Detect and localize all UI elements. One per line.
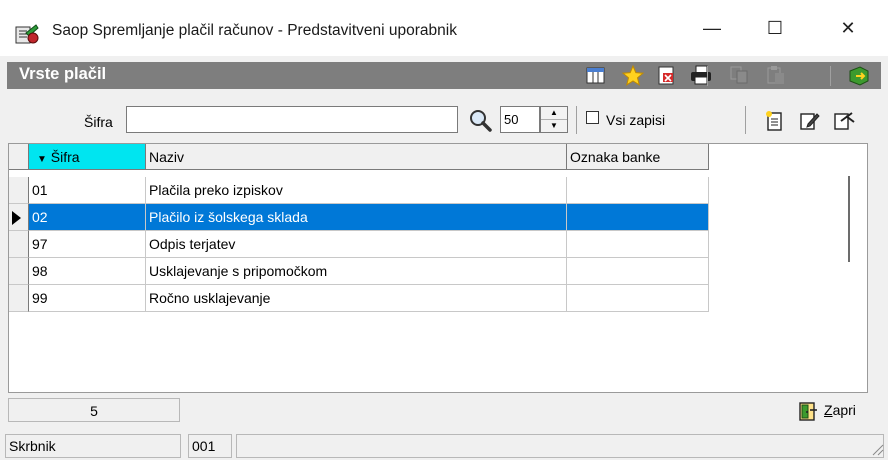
exit-button[interactable]: [847, 64, 871, 86]
maximize-button[interactable]: ☐: [753, 8, 797, 48]
stepper-up-icon[interactable]: ▲: [541, 107, 567, 120]
row-indicator[interactable]: [9, 231, 29, 258]
new-record-icon: [766, 111, 782, 131]
sifra-label: Šifra: [84, 114, 113, 130]
cell-naziv: Plačilo iz šolskega sklada: [146, 204, 567, 231]
column-header-oznaka-banke[interactable]: Oznaka banke: [567, 144, 709, 170]
stepper-down-icon[interactable]: ▼: [541, 120, 567, 132]
search-separator: [745, 106, 746, 134]
favorite-button[interactable]: [621, 64, 645, 86]
close-button[interactable]: ✕: [826, 8, 870, 48]
export-icon: [658, 66, 674, 85]
cell-sifra: 01: [29, 177, 146, 204]
row-indicator[interactable]: [9, 204, 29, 231]
copy-button[interactable]: [728, 64, 752, 86]
cell-oznaka-banke: [567, 231, 709, 258]
column-header-naziv[interactable]: Naziv: [146, 144, 567, 170]
record-count: 5: [8, 398, 180, 422]
all-records-label: Vsi zapisi: [606, 112, 666, 128]
row-indicator[interactable]: [9, 177, 29, 204]
columns-icon: [586, 67, 605, 84]
toolbar-separator: [707, 66, 708, 86]
record-limit-input[interactable]: [500, 106, 540, 133]
table-row[interactable]: 99 Ročno usklajevanje: [9, 285, 709, 312]
cell-oznaka-banke: [567, 258, 709, 285]
cell-naziv: Usklajevanje s pripomočkom: [146, 258, 567, 285]
vertical-scrollbar[interactable]: [848, 176, 850, 262]
cell-naziv: Ročno usklajevanje: [146, 285, 567, 312]
cell-oznaka-banke: [567, 285, 709, 312]
minimize-icon: —: [703, 18, 721, 38]
close-form-label: Zapri: [824, 402, 856, 418]
exit-icon: [849, 66, 869, 86]
new-record-button[interactable]: [763, 110, 787, 132]
search-button[interactable]: [468, 108, 494, 132]
columns-button[interactable]: [584, 64, 608, 86]
row-indicator[interactable]: [9, 258, 29, 285]
column-header-sifra[interactable]: ▼ Šifra: [29, 144, 146, 170]
sifra-search-input[interactable]: [126, 106, 458, 133]
sort-desc-icon: ▼: [37, 154, 47, 165]
edit-record-button[interactable]: [798, 110, 822, 132]
cell-naziv: Plačila preko izpiskov: [146, 177, 567, 204]
table-row-selected[interactable]: 02 Plačilo iz šolskega sklada: [9, 204, 709, 231]
star-icon: [621, 64, 645, 86]
maximize-icon: ☐: [766, 18, 784, 38]
search-icon: [470, 110, 492, 132]
close-form-button[interactable]: Zapri: [796, 398, 874, 424]
print-button[interactable]: [689, 64, 713, 86]
cell-sifra: 99: [29, 285, 146, 312]
cell-naziv: Odpis terjatev: [146, 231, 567, 258]
cell-oznaka-banke: [567, 204, 709, 231]
status-message: [236, 434, 884, 458]
app-icon: [14, 23, 40, 45]
paste-icon: [767, 66, 784, 84]
table-row[interactable]: 97 Odpis terjatev: [9, 231, 709, 258]
page-title: Vrste plačil: [19, 65, 107, 83]
table-row[interactable]: 01 Plačila preko izpiskov: [9, 177, 709, 204]
minimize-button[interactable]: —: [690, 8, 734, 48]
cell-sifra: 97: [29, 231, 146, 258]
cell-sifra: 98: [29, 258, 146, 285]
door-exit-icon: [796, 400, 820, 422]
cell-oznaka-banke: [567, 177, 709, 204]
copy-icon: [730, 66, 748, 84]
delete-record-icon: [834, 112, 855, 130]
edit-record-icon: [800, 113, 820, 130]
close-icon: ✕: [840, 18, 856, 38]
data-grid[interactable]: ▼ Šifra Naziv Oznaka banke 01 Plačila pr…: [8, 143, 868, 393]
window-title: Saop Spremljanje plačil računov - Predst…: [52, 22, 457, 39]
all-records-checkbox[interactable]: [586, 111, 599, 124]
search-separator: [576, 106, 577, 134]
status-user: Skrbnik: [5, 434, 181, 458]
status-code: 001: [188, 434, 232, 458]
resize-grip-icon[interactable]: [870, 442, 884, 456]
column-header-label: Šifra: [50, 149, 80, 165]
print-icon: [691, 65, 711, 85]
table-row[interactable]: 98 Usklajevanje s pripomočkom: [9, 258, 709, 285]
header-band: Vrste plačil: [7, 62, 881, 89]
current-row-arrow-icon: [12, 211, 21, 225]
row-indicator[interactable]: [9, 285, 29, 312]
status-bar: Skrbnik 001: [0, 432, 888, 460]
delete-record-button[interactable]: [832, 110, 856, 132]
paste-button[interactable]: [764, 64, 788, 86]
cell-sifra: 02: [29, 204, 146, 231]
toolbar-separator: [830, 66, 831, 86]
grid-corner: [9, 144, 29, 170]
record-limit-stepper[interactable]: ▲ ▼: [540, 106, 568, 133]
export-button[interactable]: [655, 64, 679, 86]
